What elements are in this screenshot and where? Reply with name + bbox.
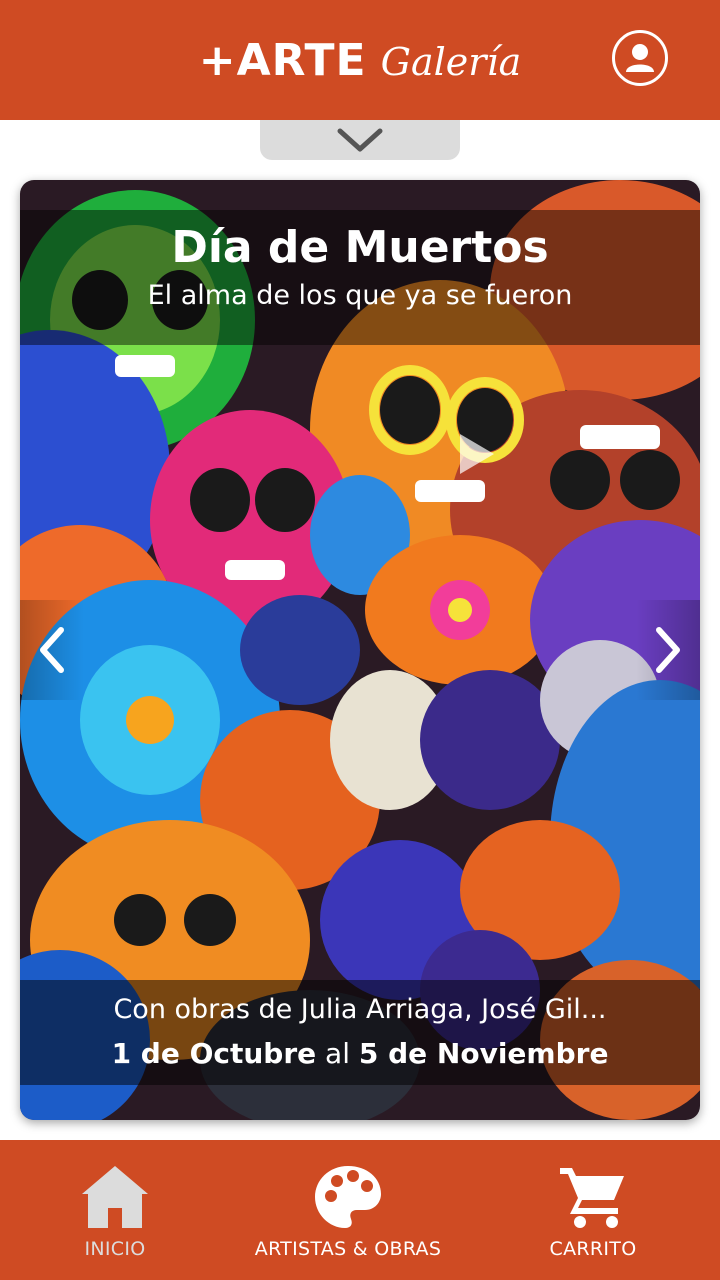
nav-label-carrito: CARRITO [549,1238,637,1260]
nav-item-artistas-obras[interactable]: ARTISTAS & OBRAS [230,1140,466,1280]
date-end: 5 de Noviembre [358,1037,609,1070]
exhibition-title: Día de Muertos [171,222,549,273]
app-header: +ARTE Galería [0,0,720,120]
exhibition-info-band: Con obras de Julia Arriaga, José Gil... … [20,980,700,1085]
brand-title: +ARTE [198,34,367,86]
exhibition-artists: Con obras de Julia Arriaga, José Gil... [113,994,607,1025]
featured-exhibition-card[interactable]: Día de Muertos El alma de los que ya se … [20,180,700,1120]
pull-down-tab[interactable] [260,120,460,160]
carousel-prev-button[interactable] [20,600,84,700]
user-profile-button[interactable] [612,30,668,86]
carousel-next-button[interactable] [636,600,700,700]
exhibition-subtitle: El alma de los que ya se fueron [147,280,573,311]
play-button[interactable] [440,418,512,490]
exhibition-title-band: Día de Muertos El alma de los que ya se … [20,210,700,345]
nav-label-inicio: INICIO [84,1238,146,1260]
date-connector: al [325,1037,350,1070]
nav-item-carrito[interactable]: CARRITO [466,1140,720,1280]
palette-icon [315,1166,381,1228]
nav-item-inicio[interactable]: INICIO [0,1140,230,1280]
date-start: 1 de Octubre [111,1037,317,1070]
play-icon [460,434,494,474]
chevron-down-icon [337,128,383,152]
exhibition-dates: 1 de Octubre al 5 de Noviembre [20,1032,700,1076]
nav-label-artistas-obras: ARTISTAS & OBRAS [254,1238,442,1260]
brand-subtitle: Galería [380,40,522,84]
user-profile-icon [626,44,654,72]
home-icon [82,1166,148,1228]
cart-icon [560,1168,624,1228]
chevron-right-icon [656,627,680,673]
bottom-navigation: INICIO ARTISTAS & OBRAS CARRITO [0,1140,720,1280]
chevron-left-icon [40,627,64,673]
